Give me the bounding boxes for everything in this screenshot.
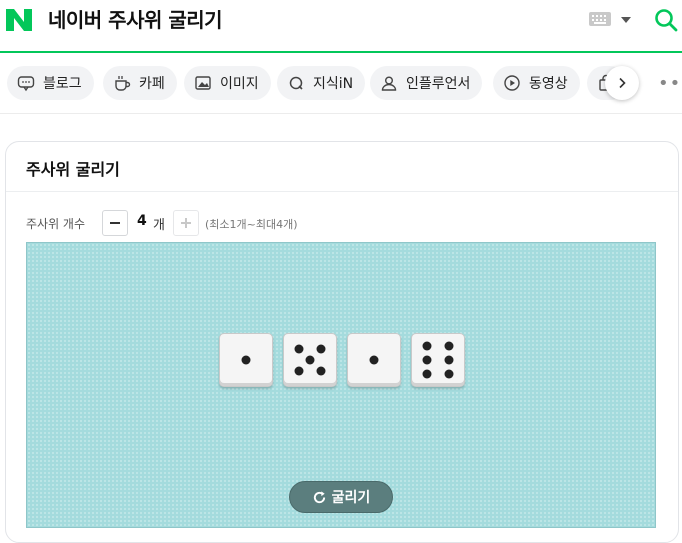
tab-label: 이미지 bbox=[220, 76, 259, 92]
influencer-icon bbox=[380, 74, 398, 92]
die-pip bbox=[422, 355, 432, 365]
tabs-next-button[interactable] bbox=[605, 66, 639, 100]
dice-count-range: (최소1개~최대4개) bbox=[205, 218, 298, 231]
die-pip bbox=[369, 355, 379, 365]
page-title: 네이버 주사위 굴리기 bbox=[48, 8, 223, 32]
dice-count-value: 4 bbox=[137, 213, 147, 229]
dice-board: 굴리기 bbox=[26, 242, 656, 528]
die-face bbox=[411, 333, 465, 387]
naver-logo[interactable] bbox=[6, 9, 32, 31]
dice-count-unit: 개 bbox=[153, 218, 165, 233]
die-pip bbox=[422, 341, 432, 351]
die-pip bbox=[316, 366, 326, 376]
chevron-down-icon[interactable] bbox=[621, 17, 631, 23]
dice-row bbox=[219, 333, 475, 387]
refresh-icon bbox=[313, 490, 325, 503]
die-face bbox=[219, 333, 273, 387]
roll-label: 굴리기 bbox=[331, 490, 371, 506]
die-pip bbox=[444, 355, 454, 365]
search-tabs: 블로그 카페 이미지 지식iN 인플루언서 동영상 bbox=[0, 53, 682, 114]
die-pip bbox=[422, 369, 432, 379]
search-icon[interactable] bbox=[654, 8, 678, 32]
cafe-icon bbox=[113, 74, 131, 92]
die-face bbox=[283, 333, 337, 387]
roll-button[interactable]: 굴리기 bbox=[289, 481, 393, 513]
more-icon[interactable]: ••• bbox=[658, 75, 682, 93]
blog-icon bbox=[17, 74, 35, 92]
die-pip bbox=[444, 341, 454, 351]
tab-cafe[interactable]: 카페 bbox=[103, 66, 177, 100]
tab-blog[interactable]: 블로그 bbox=[7, 66, 94, 100]
die-face bbox=[347, 333, 401, 387]
die-pip bbox=[241, 355, 251, 365]
tab-label: 동영상 bbox=[529, 76, 568, 92]
divider bbox=[6, 191, 678, 192]
header: 네이버 주사위 굴리기 bbox=[0, 0, 682, 53]
image-icon bbox=[194, 74, 212, 92]
tab-label: 인플루언서 bbox=[406, 76, 471, 92]
tab-image[interactable]: 이미지 bbox=[184, 66, 271, 100]
keyboard-icon[interactable] bbox=[589, 12, 611, 26]
die-pip bbox=[444, 369, 454, 379]
increase-button[interactable] bbox=[173, 210, 199, 236]
dice-widget: 주사위 굴리기 주사위 개수 4 개 (최소1개~최대4개) 굴리기 bbox=[5, 141, 679, 543]
die-pip bbox=[294, 366, 304, 376]
tab-label: 지식iN bbox=[313, 76, 354, 92]
chevron-right-icon bbox=[619, 77, 626, 89]
tab-label: 블로그 bbox=[43, 76, 82, 92]
video-icon bbox=[503, 74, 521, 92]
kin-icon bbox=[287, 74, 305, 92]
widget-title: 주사위 굴리기 bbox=[26, 160, 120, 179]
tab-video[interactable]: 동영상 bbox=[493, 66, 580, 100]
dice-count-label: 주사위 개수 bbox=[26, 217, 86, 231]
die-pip bbox=[316, 344, 326, 354]
die-pip bbox=[294, 344, 304, 354]
tab-influencer[interactable]: 인플루언서 bbox=[370, 66, 483, 100]
tab-label: 카페 bbox=[139, 76, 165, 92]
die-pip bbox=[305, 355, 315, 365]
decrease-button[interactable] bbox=[102, 210, 128, 236]
tab-kin[interactable]: 지식iN bbox=[277, 66, 366, 100]
